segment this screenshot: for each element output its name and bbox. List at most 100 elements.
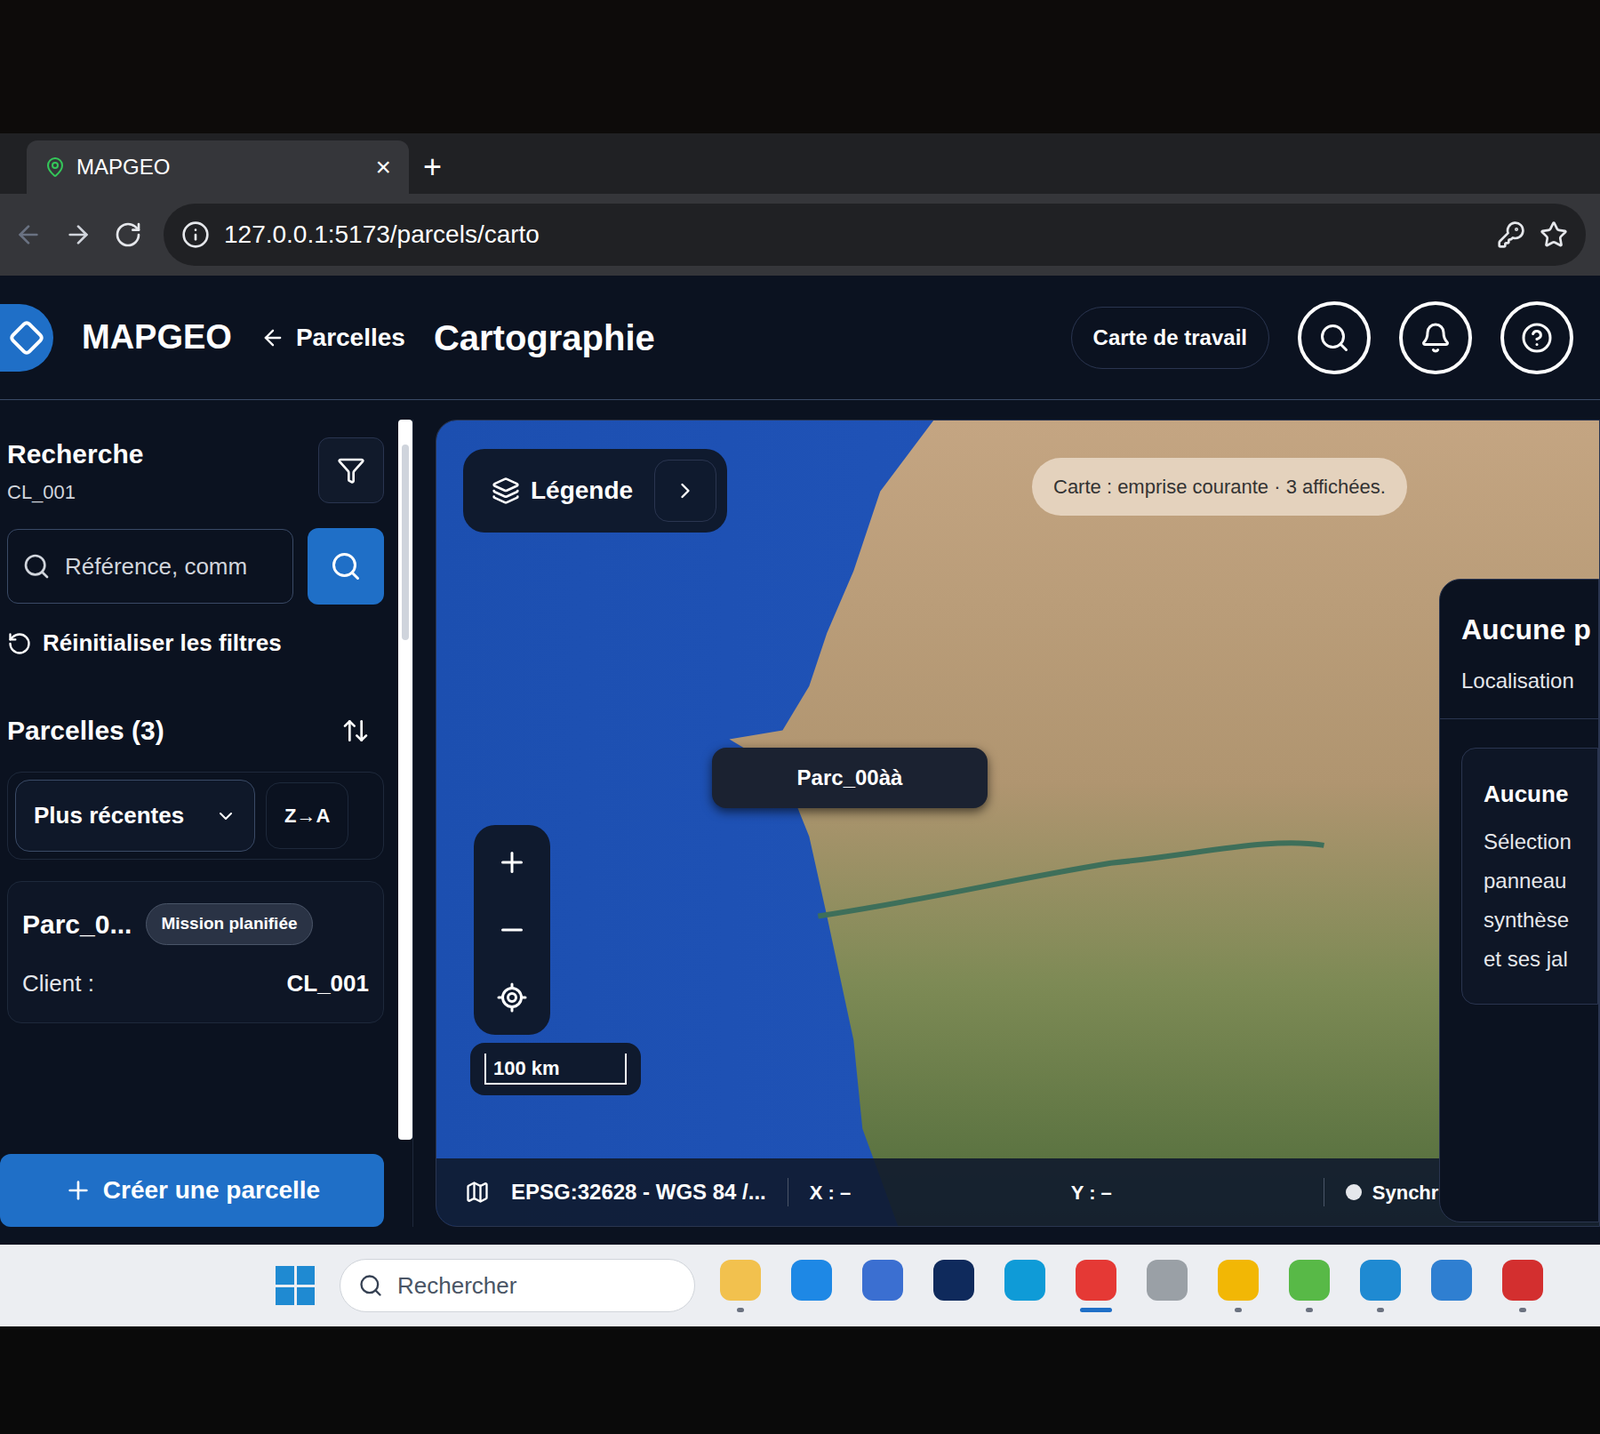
running-indicator bbox=[950, 1307, 958, 1312]
app-icon bbox=[1146, 1259, 1188, 1301]
map-pin-icon bbox=[44, 156, 66, 178]
search-icon bbox=[329, 550, 362, 583]
reload-icon[interactable] bbox=[113, 220, 143, 249]
zoom-out-icon[interactable] bbox=[496, 913, 528, 946]
search-button[interactable] bbox=[1297, 301, 1371, 375]
details-title: Aucune p bbox=[1461, 608, 1577, 651]
running-indicator bbox=[736, 1307, 744, 1312]
parcel-card[interactable]: Parc_0...Mission planifiéeClient :CL_001 bbox=[7, 880, 384, 1024]
app-icon bbox=[933, 1259, 975, 1301]
help-button[interactable] bbox=[1500, 301, 1574, 375]
app-icon bbox=[1431, 1259, 1472, 1301]
satellite-map bbox=[436, 420, 1600, 1226]
details-subtitle: Localisation bbox=[1461, 664, 1577, 697]
map-icon bbox=[464, 1179, 490, 1205]
star-icon[interactable] bbox=[1539, 220, 1568, 249]
taskbar-app[interactable] bbox=[1146, 1259, 1188, 1312]
coord-x: X : – bbox=[809, 1177, 1050, 1208]
back-link[interactable]: Parcelles bbox=[260, 319, 406, 357]
taskbar-app[interactable] bbox=[1431, 1259, 1472, 1312]
search-placeholder: Référence, comm bbox=[64, 549, 248, 584]
legend-expand[interactable] bbox=[654, 459, 717, 522]
brand: MAPGEO bbox=[81, 312, 232, 363]
forward-icon[interactable] bbox=[64, 220, 93, 249]
taskbar-app[interactable] bbox=[862, 1259, 904, 1312]
app-icon bbox=[1360, 1259, 1401, 1301]
running-indicator bbox=[1305, 1307, 1313, 1312]
create-parcel-button[interactable]: Créer une parcelle bbox=[0, 1153, 384, 1227]
taskbar-app[interactable] bbox=[1502, 1259, 1544, 1312]
app-icon bbox=[1502, 1259, 1544, 1301]
app-icon bbox=[791, 1259, 832, 1301]
bezel-bottom bbox=[0, 1326, 1600, 1434]
running-indicator bbox=[1448, 1307, 1456, 1312]
running-indicator bbox=[1163, 1307, 1171, 1312]
logo-diamond-icon bbox=[8, 318, 46, 356]
taskbar-app[interactable] bbox=[1004, 1259, 1046, 1312]
taskbar-app[interactable] bbox=[1217, 1259, 1259, 1312]
taskbar-app[interactable] bbox=[933, 1259, 975, 1312]
windows-start-icon[interactable] bbox=[275, 1265, 315, 1305]
notifications-button[interactable] bbox=[1399, 301, 1472, 375]
taskbar-app[interactable] bbox=[791, 1259, 832, 1312]
tab-close[interactable]: × bbox=[375, 153, 392, 181]
bezel-top bbox=[0, 0, 1600, 134]
site-info-icon[interactable] bbox=[181, 220, 210, 249]
map[interactable]: Légende Carte : emprise courante · 3 affi… bbox=[435, 419, 1600, 1227]
filter-button[interactable] bbox=[318, 437, 384, 504]
address-bar: 127.0.0.1:5173/parcels/carto bbox=[0, 193, 1600, 276]
taskbar-app[interactable] bbox=[1360, 1259, 1401, 1312]
parcel-name: Parc_0... bbox=[22, 904, 132, 944]
tab-bar: MAPGEO× + bbox=[0, 133, 1600, 194]
back-icon[interactable] bbox=[14, 220, 43, 249]
details-card-line: Sélection bbox=[1483, 825, 1598, 858]
scrollbar[interactable] bbox=[398, 419, 413, 1140]
url: 127.0.0.1:5173/parcels/carto bbox=[224, 216, 1483, 254]
sort-row: Plus récentesZ→A bbox=[7, 771, 384, 860]
sort-icon[interactable] bbox=[341, 716, 370, 745]
bell-icon bbox=[1419, 321, 1452, 354]
app-icon bbox=[862, 1259, 904, 1301]
taskbar-app[interactable] bbox=[1288, 1259, 1330, 1312]
details-panel: Aucune pLocalisationAucuneSélectionpanne… bbox=[1439, 578, 1600, 1223]
omnibox[interactable]: 127.0.0.1:5173/parcels/carto bbox=[163, 203, 1586, 266]
plus-icon bbox=[64, 1176, 93, 1205]
client-label: Client : bbox=[22, 966, 95, 1001]
browser-tab[interactable]: MAPGEO× bbox=[26, 140, 409, 194]
work-map-button[interactable]: Carte de travail bbox=[1071, 306, 1270, 369]
chevron-right-icon bbox=[672, 478, 698, 504]
sidebar: RechercheCL_001 Référence, comm Réinitiali… bbox=[0, 419, 414, 1227]
app-header: MAPGEOParcellesCartographieCarte de trav… bbox=[0, 275, 1600, 400]
help-icon bbox=[1520, 321, 1553, 354]
running-indicator bbox=[808, 1307, 816, 1312]
arrow-left-icon bbox=[260, 325, 286, 351]
content: RechercheCL_001 Référence, comm Réinitiali… bbox=[0, 400, 1600, 1245]
search-field[interactable]: Référence, comm bbox=[7, 528, 294, 604]
locate-icon[interactable] bbox=[496, 981, 528, 1014]
details-card-line: panneau bbox=[1483, 864, 1598, 897]
legend-button[interactable]: Légende bbox=[463, 448, 728, 533]
new-tab[interactable]: + bbox=[423, 151, 442, 194]
taskbar-app[interactable] bbox=[720, 1259, 761, 1312]
map-info-chip: Carte : emprise courante · 3 affichées. bbox=[1032, 457, 1408, 516]
running-indicator bbox=[1021, 1307, 1029, 1312]
order-button[interactable]: Z→A bbox=[265, 782, 349, 849]
parcel-marker[interactable]: Parc_00àà bbox=[712, 747, 988, 808]
details-card-line: et ses jal bbox=[1483, 943, 1598, 976]
running-indicator bbox=[1080, 1307, 1112, 1312]
key-icon[interactable] bbox=[1496, 220, 1526, 249]
zoom-in-icon[interactable] bbox=[496, 846, 528, 879]
taskbar-search[interactable]: Rechercher bbox=[339, 1258, 696, 1312]
sidebar-subtitle: CL_001 bbox=[7, 477, 144, 507]
details-card-line: synthèse bbox=[1483, 904, 1598, 936]
reset-icon bbox=[7, 631, 32, 656]
reset-filters[interactable]: Réinitialiser les filtres bbox=[7, 625, 384, 661]
sidebar-title: Recherche bbox=[7, 433, 144, 474]
scrollbar-thumb[interactable] bbox=[401, 444, 409, 640]
search-icon bbox=[1318, 321, 1351, 354]
running-indicator bbox=[879, 1307, 887, 1312]
taskbar-app[interactable] bbox=[1075, 1259, 1117, 1312]
sort-select[interactable]: Plus récentes bbox=[15, 779, 256, 852]
search-submit[interactable] bbox=[307, 528, 384, 605]
running-indicator bbox=[1234, 1307, 1242, 1312]
